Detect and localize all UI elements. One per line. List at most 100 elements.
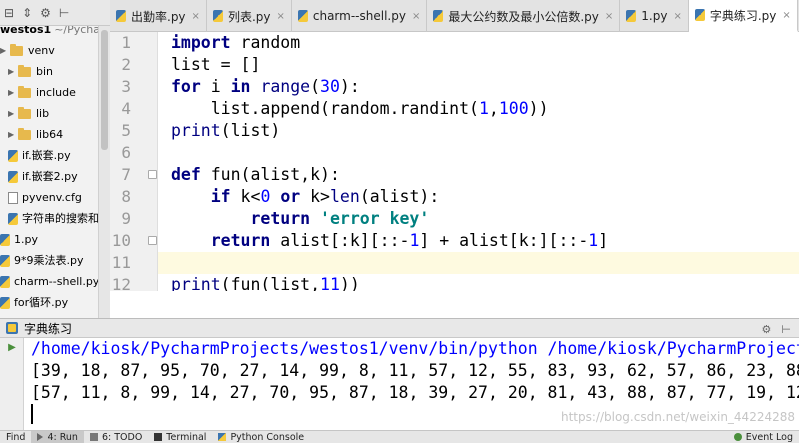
project-tree: westos1~/Pycharm▶venv▶bin▶include▶lib▶li…: [0, 26, 98, 318]
tree-file[interactable]: pyvenv.cfg: [8, 187, 82, 208]
tree-item-label: include: [36, 86, 76, 99]
editor-tab[interactable]: 1.py ×: [620, 0, 689, 32]
close-icon[interactable]: ×: [782, 10, 790, 21]
run-label: 4: Run: [47, 431, 78, 443]
python-file-icon: [8, 149, 18, 162]
chevron-right-icon[interactable]: ▶: [8, 82, 16, 103]
code-line-4: list.append(random.randint(1,100)): [171, 99, 549, 118]
tab-label: 1.py: [641, 9, 668, 23]
run-console-output[interactable]: /home/kiosk/PycharmProjects/westos1/venv…: [24, 338, 799, 430]
python-console-tool-button[interactable]: Python Console: [212, 431, 310, 443]
tree-item-label: for循环.py: [14, 296, 69, 309]
event-log-tool-button[interactable]: Event Log: [728, 431, 799, 443]
tree-file[interactable]: if.嵌套2.py: [8, 166, 78, 187]
tree-item-label: lib64: [36, 128, 64, 141]
code-line-9: return 'error key': [250, 209, 430, 228]
hide-panel-icon[interactable]: ⊢: [59, 0, 69, 26]
code-line-7: def fun(alist,k):: [171, 165, 340, 184]
code-line-1: import random: [171, 33, 301, 52]
scroll-from-source-icon[interactable]: ⇕: [22, 0, 32, 26]
scrollbar-thumb[interactable]: [101, 30, 108, 150]
project-scrollbar[interactable]: [98, 26, 110, 318]
tree-item-label: venv: [28, 44, 55, 57]
chevron-right-icon[interactable]: ▶: [0, 40, 8, 61]
current-line-highlight: [158, 252, 799, 274]
tree-folder[interactable]: ▶ lib: [8, 103, 49, 124]
code-line-8: if k<0 or k>len(alist):: [210, 187, 440, 206]
settings-gear-icon[interactable]: ⚙: [762, 323, 772, 336]
run-tab[interactable]: 字典练习: [6, 320, 72, 337]
tab-label: charm--shell.py: [312, 9, 406, 23]
python-file-icon: [8, 170, 18, 183]
tree-file[interactable]: for循环.py: [0, 292, 68, 313]
tree-file[interactable]: 1.py: [0, 229, 38, 250]
output-line-list: [39, 18, 87, 95, 70, 27, 14, 99, 8, 11, …: [31, 361, 799, 380]
python-file-icon: [212, 10, 223, 22]
editor-tab[interactable]: charm--shell.py ×: [292, 0, 428, 32]
chevron-right-icon[interactable]: ▶: [8, 103, 16, 124]
editor-tab[interactable]: 出勤率.py ×: [110, 0, 207, 32]
tree-file[interactable]: 9*9乘法表.py: [0, 250, 84, 271]
tree-file[interactable]: if.嵌套.py: [8, 145, 71, 166]
close-icon[interactable]: ×: [412, 11, 420, 22]
line-number: 8: [121, 187, 131, 206]
chevron-right-icon[interactable]: ▶: [8, 61, 16, 82]
tree-folder[interactable]: ▶ lib64: [8, 124, 63, 145]
python-file-icon: [0, 296, 10, 309]
todo-tool-button[interactable]: 6: TODO: [84, 431, 148, 443]
fold-marker-icon[interactable]: [148, 170, 157, 179]
close-icon[interactable]: ×: [605, 11, 613, 22]
tree-item-label: lib: [36, 107, 50, 120]
editor-tab[interactable]: 最大公约数及最小公倍数.py ×: [427, 0, 621, 32]
collapse-icon[interactable]: ⊟: [4, 0, 14, 26]
console-cursor: [31, 404, 33, 424]
settings-gear-icon[interactable]: ⚙: [40, 0, 51, 26]
python-file-icon: [297, 10, 308, 22]
tree-file[interactable]: charm--shell.py: [0, 271, 98, 292]
editor-tab[interactable]: 字典练习.py ×: [688, 0, 798, 32]
code-line-2: list = []: [171, 55, 261, 74]
close-icon[interactable]: ×: [673, 11, 681, 22]
project-root-path: ~/Pycharm: [54, 26, 98, 36]
line-number: 11: [111, 253, 131, 272]
code-line-12: print(fun(list,11)): [171, 275, 360, 291]
python-console-label: Python Console: [230, 431, 305, 443]
folder-icon: [18, 64, 31, 77]
project-root[interactable]: westos1~/Pycharm: [0, 26, 98, 40]
tree-item-label: pyvenv.cfg: [22, 191, 82, 204]
chevron-right-icon[interactable]: ▶: [8, 124, 16, 145]
event-log-icon: [733, 433, 742, 441]
tree-item-label: 字符串的搜索和: [22, 212, 98, 225]
hide-panel-icon[interactable]: ⊢: [781, 323, 791, 336]
python-file-icon: [8, 212, 18, 225]
tree-folder[interactable]: ▶ include: [8, 82, 76, 103]
tree-item-label: if.嵌套.py: [22, 149, 71, 162]
run-tool-button[interactable]: 4: Run: [31, 430, 84, 443]
terminal-tool-button[interactable]: Terminal: [148, 431, 212, 443]
tree-folder[interactable]: ▶ bin: [8, 61, 53, 82]
output-line-command: /home/kiosk/PycharmProjects/westos1/venv…: [31, 339, 799, 358]
tab-label: 最大公约数及最小公倍数.py: [448, 9, 599, 24]
tree-folder[interactable]: ▶ venv: [0, 40, 55, 61]
tree-item-label: if.嵌套2.py: [22, 170, 78, 183]
close-icon[interactable]: ×: [192, 11, 200, 22]
run-panel-header: 字典练习 ⚙ ⊢: [0, 318, 799, 338]
python-file-icon: [0, 254, 10, 267]
find-tool-button[interactable]: Find: [0, 431, 31, 443]
rerun-icon[interactable]: ▶: [0, 338, 24, 358]
line-number: 4: [121, 99, 131, 118]
terminal-label: Terminal: [166, 431, 207, 443]
tree-file[interactable]: 字符串的搜索和: [8, 208, 98, 229]
run-config-title: 字典练习: [24, 321, 73, 336]
bottom-tool-window-bar: Find 4: Run 6: TODO Terminal Python Cons…: [0, 430, 799, 443]
find-label: Find: [6, 431, 26, 443]
code-editor[interactable]: import random list = [] for i in range(3…: [158, 32, 799, 291]
editor-tab[interactable]: 列表.py ×: [207, 0, 292, 32]
python-file-icon: [0, 233, 10, 246]
code-line-10: return alist[:k][::-1] + alist[k:][::-1]: [210, 231, 609, 250]
fold-marker-icon[interactable]: [148, 236, 157, 245]
close-icon[interactable]: ×: [276, 11, 284, 22]
tree-item-label: bin: [36, 65, 54, 78]
tree-item-label: 1.py: [14, 233, 38, 246]
line-number: 9: [121, 209, 131, 228]
